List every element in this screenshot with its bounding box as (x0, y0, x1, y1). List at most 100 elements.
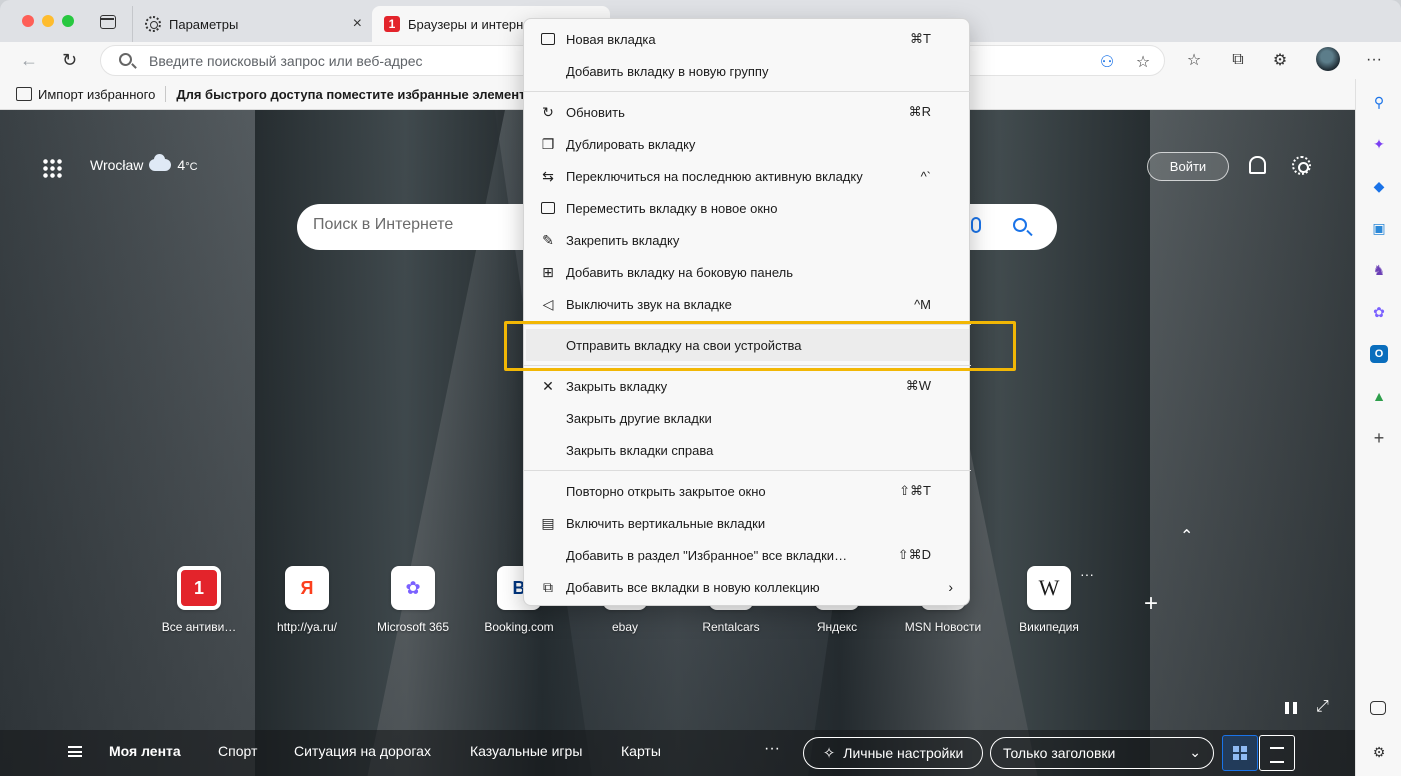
add-favorite-icon[interactable]: ☆ (1133, 52, 1153, 72)
import-favorites-button[interactable]: Импорт избранного (0, 87, 165, 102)
search-icon[interactable] (1013, 218, 1027, 232)
menu-item-favorite-all[interactable]: Добавить в раздел "Избранное" все вкладк… (526, 539, 969, 571)
tab-actions-icon[interactable] (100, 15, 116, 29)
menu-item-pin[interactable]: ✎ Закрепить вкладку (526, 224, 969, 256)
menu-item-add-sidebar[interactable]: ⊞ Добавить вкладку на боковую панель (526, 256, 969, 288)
collections-icon[interactable]: ⧉ (1228, 50, 1248, 70)
avatar[interactable] (1316, 47, 1340, 71)
feed-tab-traffic[interactable]: Ситуация на дорогах (294, 743, 431, 759)
quick-link-label: MSN Новости (904, 620, 982, 634)
hide-sidebar-icon[interactable] (1370, 701, 1386, 715)
zoom-window-button[interactable] (62, 15, 74, 27)
menu-item-shortcut: ⇧⌘T (899, 483, 931, 498)
layout-select[interactable]: Только заголовки ⌄ (990, 737, 1214, 769)
microphone-icon[interactable] (971, 217, 981, 233)
menu-item-label: Выключить звук на вкладке (566, 296, 732, 312)
pause-icon[interactable] (1285, 702, 1297, 714)
menu-item-label: Новая вкладка (566, 31, 656, 47)
menu-item-label: Добавить все вкладки в новую коллекцию (566, 579, 820, 595)
expand-icon[interactable]: ⤢ (1316, 698, 1329, 716)
quick-link-label: Википедия (1019, 620, 1079, 634)
menu-item-reopen-window[interactable]: Повторно открыть закрытое окно ⇧⌘T (526, 475, 969, 507)
menu-item-label: Закрепить вкладку (566, 232, 680, 248)
add-sidebar-app-button[interactable]: + (1370, 428, 1388, 448)
collapse-icon[interactable]: ⌃ (1180, 526, 1193, 546)
quick-link-label: Все антиви… (161, 620, 237, 634)
quick-link-label: ebay (611, 620, 639, 634)
close-window-button[interactable] (22, 15, 34, 27)
address-input[interactable] (149, 51, 549, 71)
menu-item-label: Переместить вкладку в новое окно (566, 200, 778, 216)
menu-divider (524, 470, 971, 471)
games-icon[interactable]: ♞ (1370, 261, 1388, 279)
feed-tab-maps[interactable]: Карты (621, 743, 661, 759)
menu-icon[interactable] (68, 746, 82, 757)
tools-icon[interactable]: ▣ (1370, 219, 1388, 237)
menu-item-label: Добавить вкладку на боковую панель (566, 264, 793, 280)
menu-item-move-window[interactable]: Переместить вкладку в новое окно (526, 192, 969, 224)
feed-tab-my-feed[interactable]: Моя лента (109, 743, 181, 759)
menu-item-shortcut: ⌘T (910, 31, 931, 46)
bell-icon[interactable] (1249, 156, 1266, 174)
outlook-icon[interactable]: O (1370, 345, 1388, 363)
menu-item-mute[interactable]: ◁ Выключить звук на вкладке ^M (526, 288, 969, 320)
switch-tab-icon: ⇆ (542, 167, 554, 184)
menu-item-switch-last[interactable]: ⇆ Переключиться на последнюю активную вк… (526, 160, 969, 192)
collection-icon: ⧉ (543, 578, 553, 595)
tab-browsers-label: Браузеры и интерн (408, 16, 524, 32)
feed-bar: Моя лента Спорт Ситуация на дорогах Казу… (0, 730, 1355, 776)
edge-sidebar: ⚲ ✦ ◆ ▣ ♞ ✿ O ▲ + ⚙ (1355, 79, 1401, 776)
close-icon: ✕ (542, 377, 554, 394)
copilot-icon[interactable]: ✦ (1370, 135, 1388, 153)
reload-button[interactable]: ↻ (62, 50, 77, 71)
quick-link[interactable]: Я http://ya.ru/ (254, 566, 360, 634)
menu-item-vertical-tabs[interactable]: ▤ Включить вертикальные вкладки (526, 507, 969, 539)
feed-tab-games[interactable]: Казуальные игры (470, 743, 582, 759)
search-icon[interactable]: ⚲ (1370, 93, 1388, 111)
personalize-button[interactable]: ✧ Личные настройки (803, 737, 983, 769)
weather-widget[interactable]: Wrocław 4°C (90, 154, 198, 173)
back-button[interactable]: ← (20, 50, 38, 71)
grid-view-button[interactable] (1222, 735, 1258, 771)
favorites-icon[interactable]: ☆ (1184, 50, 1204, 70)
feed-more-icon[interactable]: ··· (764, 740, 780, 758)
quick-link-more-icon[interactable]: ··· (1080, 566, 1094, 582)
page-settings-icon[interactable] (1292, 156, 1311, 175)
menu-item-new-tab[interactable]: Новая вкладка ⌘T (526, 23, 969, 55)
menu-item-close-tab[interactable]: ✕ Закрыть вкладку ⌘W (526, 370, 969, 402)
quick-link[interactable]: ✿ Microsoft 365 (360, 566, 466, 634)
menu-item-add-collection[interactable]: ⧉ Добавить все вкладки в новую коллекцию… (526, 571, 969, 603)
tab-settings[interactable]: Параметры × (132, 6, 372, 42)
quick-link[interactable]: 1 Все антиви… (146, 566, 252, 634)
menu-item-close-others[interactable]: Закрыть другие вкладки (526, 402, 969, 434)
add-quick-link-button[interactable]: + (1144, 590, 1158, 618)
minimize-window-button[interactable] (42, 15, 54, 27)
login-button[interactable]: Войти (1147, 152, 1229, 181)
menu-item-label: Закрыть вкладку (566, 378, 668, 394)
list-view-button[interactable] (1259, 735, 1295, 771)
import-icon (16, 87, 32, 101)
menu-item-add-to-group[interactable]: Добавить вкладку в новую группу (526, 55, 969, 87)
refresh-icon: ↻ (542, 103, 554, 120)
quick-link-label: Яндекс (816, 620, 858, 634)
web-search-input[interactable] (313, 216, 513, 234)
menu-item-close-right[interactable]: Закрыть вкладки справа (526, 434, 969, 466)
profile-sync-icon[interactable]: ⚇ (1097, 52, 1117, 72)
drop-icon[interactable]: ▲ (1370, 387, 1388, 405)
tab-close-icon[interactable]: × (353, 15, 362, 33)
more-menu-button[interactable]: ··· (1364, 50, 1384, 70)
app-launcher-icon[interactable] (42, 158, 62, 178)
menu-item-label: Обновить (566, 104, 625, 120)
shopping-tag-icon[interactable]: ◆ (1370, 177, 1388, 195)
feed-tab-sport[interactable]: Спорт (218, 743, 257, 759)
menu-item-duplicate[interactable]: ❐ Дублировать вкладку (526, 128, 969, 160)
menu-item-refresh[interactable]: ↻ Обновить ⌘R (526, 96, 969, 128)
quick-link-label: http://ya.ru/ (276, 620, 338, 634)
sidebar-settings-icon[interactable]: ⚙ (1370, 743, 1388, 761)
import-favorites-label: Импорт избранного (38, 86, 156, 102)
extensions-icon[interactable]: ⚙ (1270, 50, 1290, 70)
microsoft365-icon[interactable]: ✿ (1370, 303, 1388, 321)
highlight-outline (504, 321, 1016, 371)
menu-item-shortcut: ⌘R (908, 104, 931, 119)
tab-settings-label: Параметры (169, 16, 239, 32)
